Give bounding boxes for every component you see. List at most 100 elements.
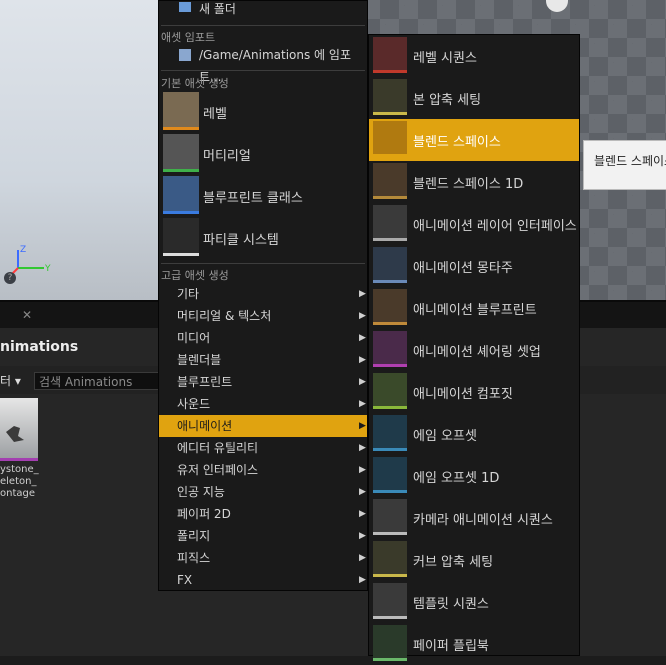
menu-item-label: 사운드 [177, 397, 211, 411]
curve-compression-item[interactable]: 커브 압축 세팅 [369, 539, 579, 581]
anim-layer-interface-item[interactable]: 애니메이션 레이어 인터페이스 [369, 203, 579, 245]
chevron-right-icon: ▶ [359, 531, 366, 541]
filter-button[interactable]: 터 ▾ [0, 372, 21, 389]
anim-montage-icon [373, 247, 407, 283]
chevron-right-icon: ▶ [359, 333, 366, 343]
section-header-import: 애셋 임포트 [161, 31, 216, 44]
menu-item-label: 애니메이션 [177, 419, 233, 433]
submenu-item[interactable]: 사운드 ▶ [159, 393, 367, 415]
aim-offset-item[interactable]: 에임 오프셋 [369, 413, 579, 455]
submenu-item[interactable]: 인공 지능 ▶ [159, 481, 367, 503]
new-folder-label: 새 폴더 [199, 2, 236, 16]
menu-item-label: 에디터 유틸리티 [177, 441, 259, 455]
menu-item-label: 인공 지능 [177, 485, 225, 499]
menu-item-label: 애니메이션 몽타주 [413, 261, 513, 276]
anim-blueprint-icon [373, 289, 407, 325]
anim-layer-interface-icon [373, 205, 407, 241]
close-icon[interactable]: ✕ [22, 308, 32, 322]
submenu-item-animation[interactable]: 애니메이션 ▶ [159, 415, 367, 437]
bone-compression-icon [373, 79, 407, 115]
animation-submenu: 레벨 시퀀스 본 압축 세팅 블렌드 스페이스 블렌드 스페이스 1D 애니메이… [368, 34, 580, 661]
viewport-object[interactable] [546, 0, 568, 12]
folder-title: nimations [0, 339, 79, 355]
blend-space-item[interactable]: 블렌드 스페이스 [369, 119, 579, 161]
chevron-right-icon: ▶ [359, 289, 366, 299]
search-input[interactable]: 검색 Animations [34, 372, 164, 390]
submenu-item[interactable]: 블루프린트 ▶ [159, 371, 367, 393]
submenu-item[interactable]: 블렌더블 ▶ [159, 349, 367, 371]
submenu-item[interactable]: FX ▶ [159, 569, 367, 591]
skeleton-montage-icon [6, 426, 24, 442]
material-icon [163, 134, 199, 172]
submenu-item[interactable]: 에디터 유틸리티 ▶ [159, 437, 367, 459]
menu-item-label: 레벨 시퀀스 [413, 51, 477, 66]
camera-anim-sequence-icon [373, 499, 407, 535]
create-material-item[interactable]: 머티리얼 [159, 133, 367, 175]
asset-thumbnail[interactable] [0, 398, 38, 461]
particle-system-icon [163, 218, 199, 256]
template-sequence-item[interactable]: 템플릿 시퀀스 [369, 581, 579, 623]
chevron-right-icon: ▶ [359, 553, 366, 563]
viewport-info-icon[interactable]: ? [4, 272, 16, 284]
level-sequence-item[interactable]: 레벨 시퀀스 [369, 35, 579, 77]
chevron-right-icon: ▶ [359, 377, 366, 387]
blend-space-1d-item[interactable]: 블렌드 스페이스 1D [369, 161, 579, 203]
anim-sharing-setup-item[interactable]: 애니메이션 셰어링 셋업 [369, 329, 579, 371]
bone-compression-item[interactable]: 본 압축 세팅 [369, 77, 579, 119]
section-header-advanced: 고급 애셋 생성 [161, 269, 229, 282]
menu-item-label: 폴리지 [177, 529, 211, 543]
import-item[interactable]: /Game/Animations 에 임포트... [159, 44, 367, 84]
submenu-item[interactable]: 페이퍼 2D ▶ [159, 503, 367, 525]
menu-item-label: 머티리얼 [203, 149, 251, 164]
create-level-item[interactable]: 레벨 [159, 91, 367, 133]
submenu-item[interactable]: 머티리얼 & 텍스처 ▶ [159, 305, 367, 327]
anim-sharing-setup-icon [373, 331, 407, 367]
menu-item-label: 기타 [177, 287, 200, 301]
submenu-item[interactable]: 폴리지 ▶ [159, 525, 367, 547]
menu-item-label: 머티리얼 & 텍스처 [177, 309, 272, 323]
menu-item-label: 블루프린트 클래스 [203, 191, 303, 206]
menu-item-label: 파티클 시스템 [203, 233, 279, 248]
gizmo-z-label: Z [20, 245, 26, 255]
menu-item-label: 애니메이션 셰어링 셋업 [413, 345, 541, 360]
menu-item-label: 에임 오프셋 1D [413, 471, 500, 486]
chevron-right-icon: ▶ [359, 487, 366, 497]
menu-item-label: 본 압축 세팅 [413, 93, 482, 108]
tooltip: 블렌드 스페이스 [583, 140, 666, 190]
separator [161, 25, 365, 26]
menu-item-label: 블렌드 스페이스 [413, 135, 501, 150]
menu-item-label: 에임 오프셋 [413, 429, 477, 444]
create-blueprint-class-item[interactable]: 블루프린트 클래스 [159, 175, 367, 217]
menu-item-label: 카메라 애니메이션 시퀀스 [413, 513, 553, 528]
asset-label-line: eleton_ [0, 476, 37, 487]
camera-anim-sequence-item[interactable]: 카메라 애니메이션 시퀀스 [369, 497, 579, 539]
submenu-item[interactable]: 기타 ▶ [159, 283, 367, 305]
menu-item-label: 페이퍼 2D [177, 507, 231, 521]
paper-flipbook-item[interactable]: 페이퍼 플립북 [369, 623, 579, 665]
chevron-right-icon: ▶ [359, 311, 366, 321]
new-folder-item[interactable]: 새 폴더 [159, 0, 367, 20]
submenu-item[interactable]: 미디어 ▶ [159, 327, 367, 349]
import-icon [179, 49, 191, 61]
aim-offset-1d-icon [373, 457, 407, 493]
menu-item-label: 애니메이션 블루프린트 [413, 303, 537, 318]
tooltip-text: 블렌드 스페이스 [594, 154, 666, 168]
aim-offset-1d-item[interactable]: 에임 오프셋 1D [369, 455, 579, 497]
anim-montage-item[interactable]: 애니메이션 몽타주 [369, 245, 579, 287]
chevron-right-icon: ▶ [359, 421, 366, 431]
create-particle-system-item[interactable]: 파티클 시스템 [159, 217, 367, 259]
submenu-item[interactable]: 피직스 ▶ [159, 547, 367, 569]
anim-blueprint-item[interactable]: 애니메이션 블루프린트 [369, 287, 579, 329]
folder-icon [179, 2, 191, 12]
anim-composite-item[interactable]: 애니메이션 컴포짓 [369, 371, 579, 413]
menu-item-label: FX [177, 573, 193, 587]
menu-item-label: 애니메이션 컴포짓 [413, 387, 513, 402]
template-sequence-icon [373, 583, 407, 619]
menu-item-label: 블루프린트 [177, 375, 233, 389]
submenu-item[interactable]: 유저 인터페이스 ▶ [159, 459, 367, 481]
blend-space-1d-icon [373, 163, 407, 199]
chevron-right-icon: ▶ [359, 465, 366, 475]
aim-offset-icon [373, 415, 407, 451]
level-sequence-icon [373, 37, 407, 73]
gizmo-y-label: Y [44, 264, 51, 274]
